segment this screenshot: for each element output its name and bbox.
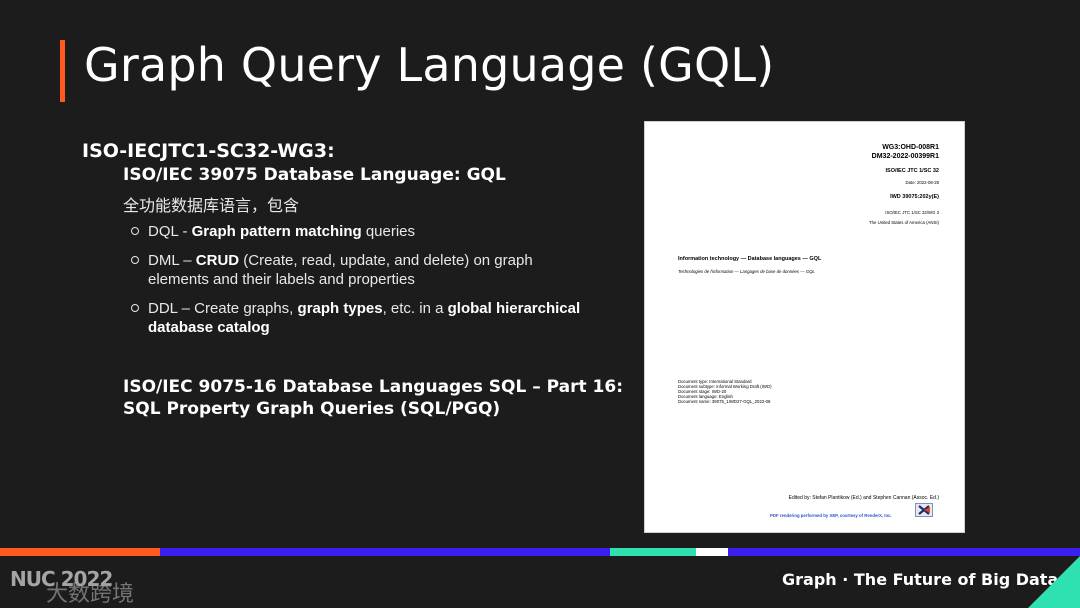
doc-id-1: WG3:OHD-008R1 [882,144,939,151]
corner-triangle [1028,556,1080,608]
sql-line-2: SQL Property Graph Queries (SQL/PGQ) [123,399,501,419]
doc-pdf-note: PDF rendering performed by XEP, courtesy… [770,513,892,518]
bullet-text: DDL – Create graphs, [148,300,298,317]
feature-list: DQL - Graph pattern matching queries DML… [131,222,591,347]
chinese-description: 全功能数据库语言，包含 [123,196,300,215]
doc-iwd: IWD 39075:202y(E) [890,194,939,200]
bullet-circle-icon [131,227,139,235]
stripe-teal [610,548,696,556]
sql-pgq-heading: ISO/IEC 9075-16 Database Languages SQL –… [123,376,623,420]
list-item-ddl: DDL – Create graphs, graph types, etc. i… [131,299,591,337]
bullet-circle-icon [131,304,139,312]
doc-secretariat: ISO/IEC JTC 1/SC 32/WG 3 [885,210,939,215]
doc-date: Date: 2022-08-28 [905,180,939,185]
gql-standard-heading: ISO/IEC 39075 Database Language: GQL [123,165,506,185]
bullet-bold-text: graph types [297,300,383,317]
stripe-white [696,548,728,556]
doc-committee: ISO/IEC JTC 1/SC 32 [885,168,940,174]
slide-title: Graph Query Language (GQL) [84,38,775,92]
organization-heading: ISO-IECJTC1-SC32-WG3: [82,140,335,162]
slide: Graph Query Language (GQL) ISO-IECJTC1-S… [0,0,1080,608]
list-item-dml: DML – CRUD (Create, read, update, and de… [131,251,591,289]
sql-line-1: ISO/IEC 9075-16 Database Languages SQL –… [123,377,624,397]
bullet-circle-icon [131,256,139,264]
doc-meta-name: Document name: 39075_1IWD27-GQL_2022-08 [678,399,771,404]
stripe-blue-2 [728,548,1080,556]
doc-country: The United States of America (ANSI) [869,220,939,225]
doc-title-fr: Technologies de l'information — Langages… [678,269,815,274]
title-accent-bar [60,40,65,102]
bullet-text: , etc. in a [382,300,448,317]
footer-tagline: Graph · The Future of Big Data [782,570,1059,589]
doc-title-en: Information technology — Database langua… [678,256,822,262]
list-item-dql: DQL - Graph pattern matching queries [131,222,591,241]
stripe-blue [160,548,610,556]
doc-id-2: DM32-2022-00399R1 [871,153,939,160]
bullet-bold-text: Graph pattern matching [191,223,362,240]
document-cover-image: WG3:OHD-008R1 DM32-2022-00399R1 ISO/IEC … [644,121,965,533]
bullet-bold-text: CRUD [195,252,240,269]
bullet-text: DQL - [148,223,192,240]
stripe-orange [0,548,160,556]
bullet-text: queries [361,223,416,240]
renderx-logo-icon [915,503,933,517]
doc-editors: Edited by: Stefan Plantikow (Ed.) and St… [788,495,939,501]
watermark: 大数跨境 [46,582,135,607]
bullet-text: DML – [148,252,196,269]
